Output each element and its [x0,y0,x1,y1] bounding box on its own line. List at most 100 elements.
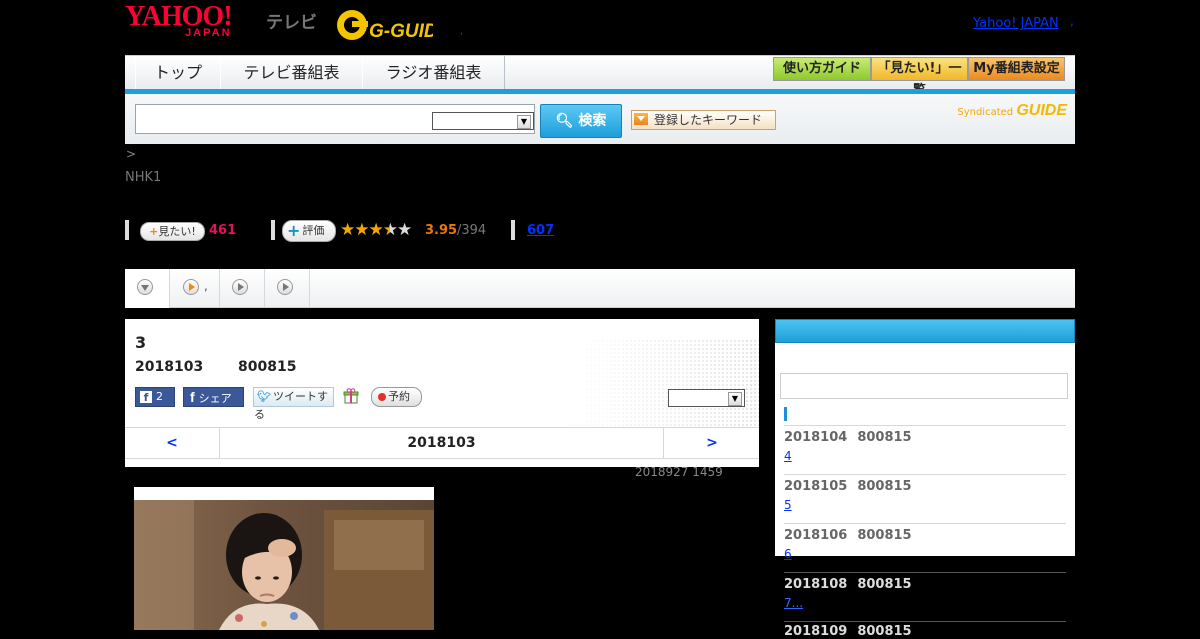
program-time: 800815 [238,359,297,375]
header-small-link[interactable]: , [460,26,463,37]
episode-time: 800815 [857,479,912,494]
mitai-count: 461 [209,223,237,238]
star-full-icon: ★ [368,220,384,240]
prev-date-link[interactable]: < [125,428,220,458]
usage-guide-button[interactable]: 使い方ガイド [773,57,871,81]
rate-button[interactable]: + 評価 [282,220,336,242]
dot-pattern-decoration [569,339,759,429]
divider [784,425,1066,426]
rating-count: /394 [457,223,487,238]
episode-item: 2018104 800815 4 [784,430,1069,464]
syndicated-gguide-logo: Syndicated GUIDE [957,102,1067,120]
review-count-link[interactable]: 607 [527,223,554,238]
episode-date: 2018106 [784,528,848,543]
divider [784,572,1066,573]
episode-link[interactable]: 5 [784,498,846,512]
episode-link[interactable]: 6 [784,547,846,561]
mitai-list-button[interactable]: 「見たい!」一覧 [871,57,968,98]
subtab-4[interactable] [265,269,310,307]
next-date-link[interactable]: > [663,428,760,458]
episode-link[interactable]: 7... [784,596,846,610]
my-listing-settings-button[interactable]: My番組表設定 [968,57,1065,81]
sidebar-header [775,319,1075,343]
star-full-icon: ★ [354,220,369,240]
play-circle-icon [277,279,293,295]
episode-item: 2018105 800815 5 [784,479,1069,513]
search-category-select[interactable]: ▼ [432,112,534,130]
gguide-logo-text: G-GUIDE [369,21,433,42]
tab-tv-listings[interactable]: テレビ番組表 [220,56,363,90]
facebook-like-button[interactable]: f2 [135,387,175,407]
facebook-share-button[interactable]: f シェア [183,387,244,407]
search-icon: 🔍︎ [555,113,574,129]
play-circle-icon [232,279,248,295]
program-subtabs: , [125,269,1075,308]
record-dot-icon [378,393,386,401]
tab-top[interactable]: トップ [135,56,221,90]
rate-label: 評価 [302,224,325,237]
dropdown-triangle-icon [634,113,648,125]
star-half-icon: ★ [382,220,398,240]
twitter-bird-icon: 🐦︎ [257,390,271,403]
subtab-2[interactable]: , [170,269,220,307]
yahoo-japan-logo[interactable]: YAHOO! JAPAN [125,3,233,39]
tab-radio-listings[interactable]: ラジオ番組表 [362,56,505,90]
subtab-2-label: , [204,279,208,293]
mitai-button[interactable]: +見たい! [140,222,205,241]
rating-stars: ★★★★★ [340,220,412,240]
divider [784,621,1066,622]
plus-icon: + [287,221,301,240]
program-action-select[interactable]: ▼ [668,389,745,407]
divider [784,474,1066,475]
stat-divider [125,220,129,240]
play-circle-icon [183,279,199,295]
updated-timestamp: 2018927 1459 [635,465,723,479]
tv-label: テレビ [266,13,317,33]
facebook-like-count: 2 [156,390,163,403]
episode-item: 2018108 800815 7... [784,577,1069,611]
channel-name: NHK1 [125,170,162,185]
facebook-share-label: シェア [198,392,232,405]
subtab-program-info[interactable] [125,269,170,308]
syndicated-label: Syndicated [957,107,1014,118]
star-full-icon: ★ [340,220,355,240]
episode-item: 2018109 800815 [784,624,1069,639]
header-extra-link[interactable]: , [1070,14,1074,28]
mitai-label: 見たい! [158,225,196,238]
episode-date: 2018108 [784,577,848,592]
program-date: 2018103 [135,359,204,375]
subtab-3[interactable] [220,269,265,307]
star-empty-icon: ★ [397,220,412,240]
episode-date: 2018105 [784,479,848,494]
episode-time: 800815 [857,624,912,639]
plus-icon: + [149,225,159,238]
episode-time: 800815 [857,430,912,445]
chevron-down-icon: ▼ [517,115,531,129]
yahoo-japan-link[interactable]: Yahoo! JAPAN [973,16,1059,31]
gift-icon[interactable] [343,388,359,404]
current-date: 2018103 [407,435,476,451]
search-button-label: 検索 [578,113,607,129]
program-photo [134,487,434,630]
chevron-down-icon: ▼ [728,392,742,406]
sidebar-search-input[interactable] [780,373,1068,399]
program-panel: 3 2018103 800815 f2 f シェア 🐦︎ ツイートする 予約 ▼ <… [125,319,759,467]
reserve-button[interactable]: 予約 [371,387,422,407]
episode-item: 2018106 800815 6 [784,528,1069,562]
facebook-icon: f [190,389,195,405]
episode-link[interactable]: 4 [784,449,846,463]
breadcrumb[interactable]: > [126,147,136,161]
episode-time: 800815 [857,577,912,592]
stat-divider [511,220,515,240]
sidebar-section-marker [784,407,787,421]
episode-time: 800815 [857,528,912,543]
syndicated-logo-text: GUIDE [1016,102,1067,119]
reserve-label: 予約 [388,390,410,403]
down-circle-icon [137,279,153,295]
search-button[interactable]: 🔍︎ 検索 [540,104,622,138]
tweet-button[interactable]: 🐦︎ ツイートする [253,387,334,421]
gguide-logo[interactable]: G-GUIDE [335,6,452,42]
saved-keywords-button[interactable]: 登録したキーワード [631,110,776,130]
facebook-icon: f [140,391,152,404]
episode-date: 2018104 [784,430,848,445]
